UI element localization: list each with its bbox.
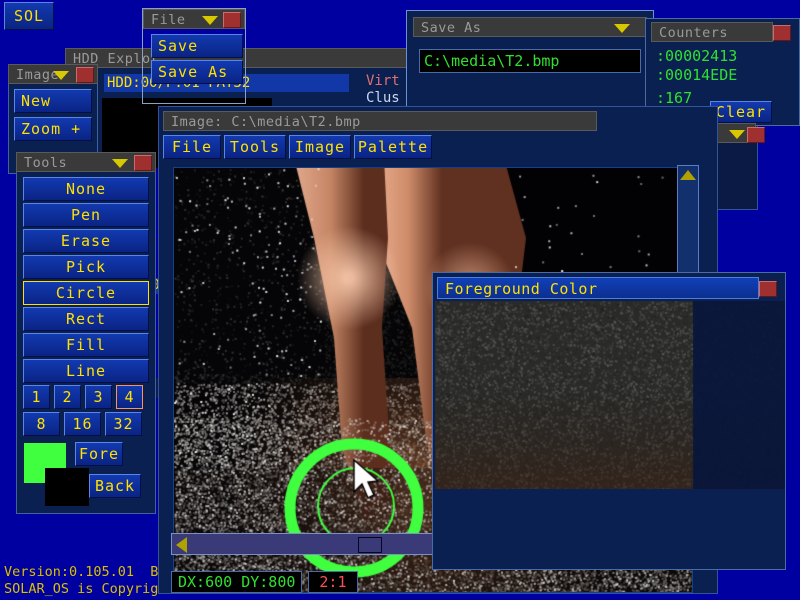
counters-clear-button[interactable]: Clear	[710, 101, 772, 123]
save-as-title: Save As	[421, 20, 481, 36]
back-button[interactable]: Back	[89, 474, 141, 498]
close-icon[interactable]	[747, 127, 765, 143]
hdd-explorer-titlebar[interactable]: HDD Explor	[65, 48, 465, 68]
tools-panel-titlebar[interactable]: Tools	[16, 152, 156, 172]
counter-row-1: :00002413	[656, 47, 737, 66]
background-color-swatch[interactable]	[45, 468, 89, 506]
tool-button-pick[interactable]: Pick	[23, 255, 149, 279]
brush-size-2[interactable]: 2	[54, 385, 81, 409]
tool-button-pen[interactable]: Pen	[23, 203, 149, 227]
tool-button-fill[interactable]: Fill	[23, 333, 149, 357]
image-panel-titlebar[interactable]: Image	[8, 64, 98, 84]
close-icon[interactable]	[76, 67, 94, 83]
virt-label: Virt	[366, 73, 400, 89]
file-menu-title: File	[151, 12, 186, 28]
counters-values: :00002413 :00014EDE :167	[656, 47, 737, 108]
file-menu-items: Save Save As	[151, 34, 243, 84]
status-coordinates: DX:600 DY:800	[171, 571, 302, 593]
tool-button-none[interactable]: None	[23, 177, 149, 201]
image-window-title: Image: C:\media\T2.bmp	[171, 114, 361, 130]
version-line-2: SOLAR_OS is Copyrig	[4, 581, 158, 597]
tool-list: None Pen Erase Pick Circle Rect Fill Line	[23, 177, 149, 383]
file-menu-item-save[interactable]: Save	[151, 34, 243, 58]
brush-size-32[interactable]: 32	[105, 412, 142, 436]
tools-panel-title: Tools	[24, 155, 67, 171]
save-as-titlebar[interactable]: Save As	[413, 17, 647, 37]
sol-button[interactable]: SOL	[4, 2, 54, 30]
brush-size-row-2: 8 16 32	[23, 412, 149, 436]
sol-button-window: SOL	[4, 2, 54, 30]
chevron-down-icon[interactable]	[53, 71, 69, 80]
chevron-down-icon[interactable]	[614, 24, 630, 33]
chevron-down-icon[interactable]	[202, 16, 218, 25]
menu-item-file[interactable]: File	[163, 135, 221, 159]
file-menu-window: File Save Save As	[142, 8, 246, 104]
image-window-titlebar[interactable]: Image: C:\media\T2.bmp	[163, 111, 597, 131]
tool-button-line[interactable]: Line	[23, 359, 149, 383]
close-icon[interactable]	[134, 155, 152, 171]
brush-size-8[interactable]: 8	[23, 412, 60, 436]
counters-titlebar[interactable]: Counters	[651, 22, 773, 42]
foreground-color-title: Foreground Color	[445, 280, 598, 298]
brush-size-1[interactable]: 1	[23, 385, 50, 409]
close-icon[interactable]	[773, 25, 791, 41]
menu-item-tools[interactable]: Tools	[224, 135, 286, 159]
close-icon[interactable]	[759, 281, 777, 297]
counter-row-2: :00014EDE	[656, 66, 737, 85]
tools-panel-window: Tools None Pen Erase Pick Circle Rect Fill Line…	[16, 152, 156, 514]
foreground-color-dialog: Foreground Color R G B 3F FF 3F Apply Ok…	[432, 272, 786, 570]
file-menu-item-save-as[interactable]: Save As	[151, 60, 243, 84]
desktop-version-text: Version:0.105.01 B SOLAR_OS is Copyrig	[4, 564, 158, 598]
fore-button[interactable]: Fore	[75, 442, 123, 466]
menu-item-image[interactable]: Image	[289, 135, 351, 159]
scroll-up-arrow-icon[interactable]	[680, 170, 696, 180]
counters-title: Counters	[659, 25, 728, 41]
image-window-menubar: File Tools Image Palette	[163, 135, 432, 159]
tools-panel-body: None Pen Erase Pick Circle Rect Fill Line 1234 …	[16, 172, 156, 514]
dialog-texture-backdrop	[435, 301, 785, 489]
horizontal-scroll-thumb[interactable]	[358, 537, 382, 553]
tool-button-circle[interactable]: Circle	[23, 281, 149, 305]
foreground-color-titlebar[interactable]: Foreground Color	[437, 277, 759, 299]
file-menu-titlebar[interactable]: File	[143, 9, 245, 29]
close-icon[interactable]	[223, 12, 241, 28]
brush-size-4[interactable]: 4	[116, 385, 143, 409]
brush-size-3[interactable]: 3	[85, 385, 112, 409]
menu-item-palette[interactable]: Palette	[354, 135, 432, 159]
chevron-down-icon[interactable]	[729, 130, 745, 139]
brush-size-16[interactable]: 16	[64, 412, 101, 436]
clus-label: Clus	[366, 90, 400, 106]
version-line-1: Version:0.105.01 B	[4, 564, 158, 580]
tool-button-erase[interactable]: Erase	[23, 229, 149, 253]
chevron-down-icon[interactable]	[112, 159, 128, 168]
image-status-bar: DX:600 DY:800 2:1	[171, 571, 358, 593]
scroll-left-arrow-icon[interactable]	[176, 537, 187, 553]
save-as-path-input[interactable]: C:\media\T2.bmp	[419, 49, 641, 73]
brush-size-row-1: 1234	[23, 385, 149, 409]
image-panel-item-zoom[interactable]: Zoom +	[14, 117, 92, 141]
status-zoom-ratio: 2:1	[308, 571, 357, 593]
image-panel-item-new[interactable]: New	[14, 89, 92, 113]
tool-button-rect[interactable]: Rect	[23, 307, 149, 331]
